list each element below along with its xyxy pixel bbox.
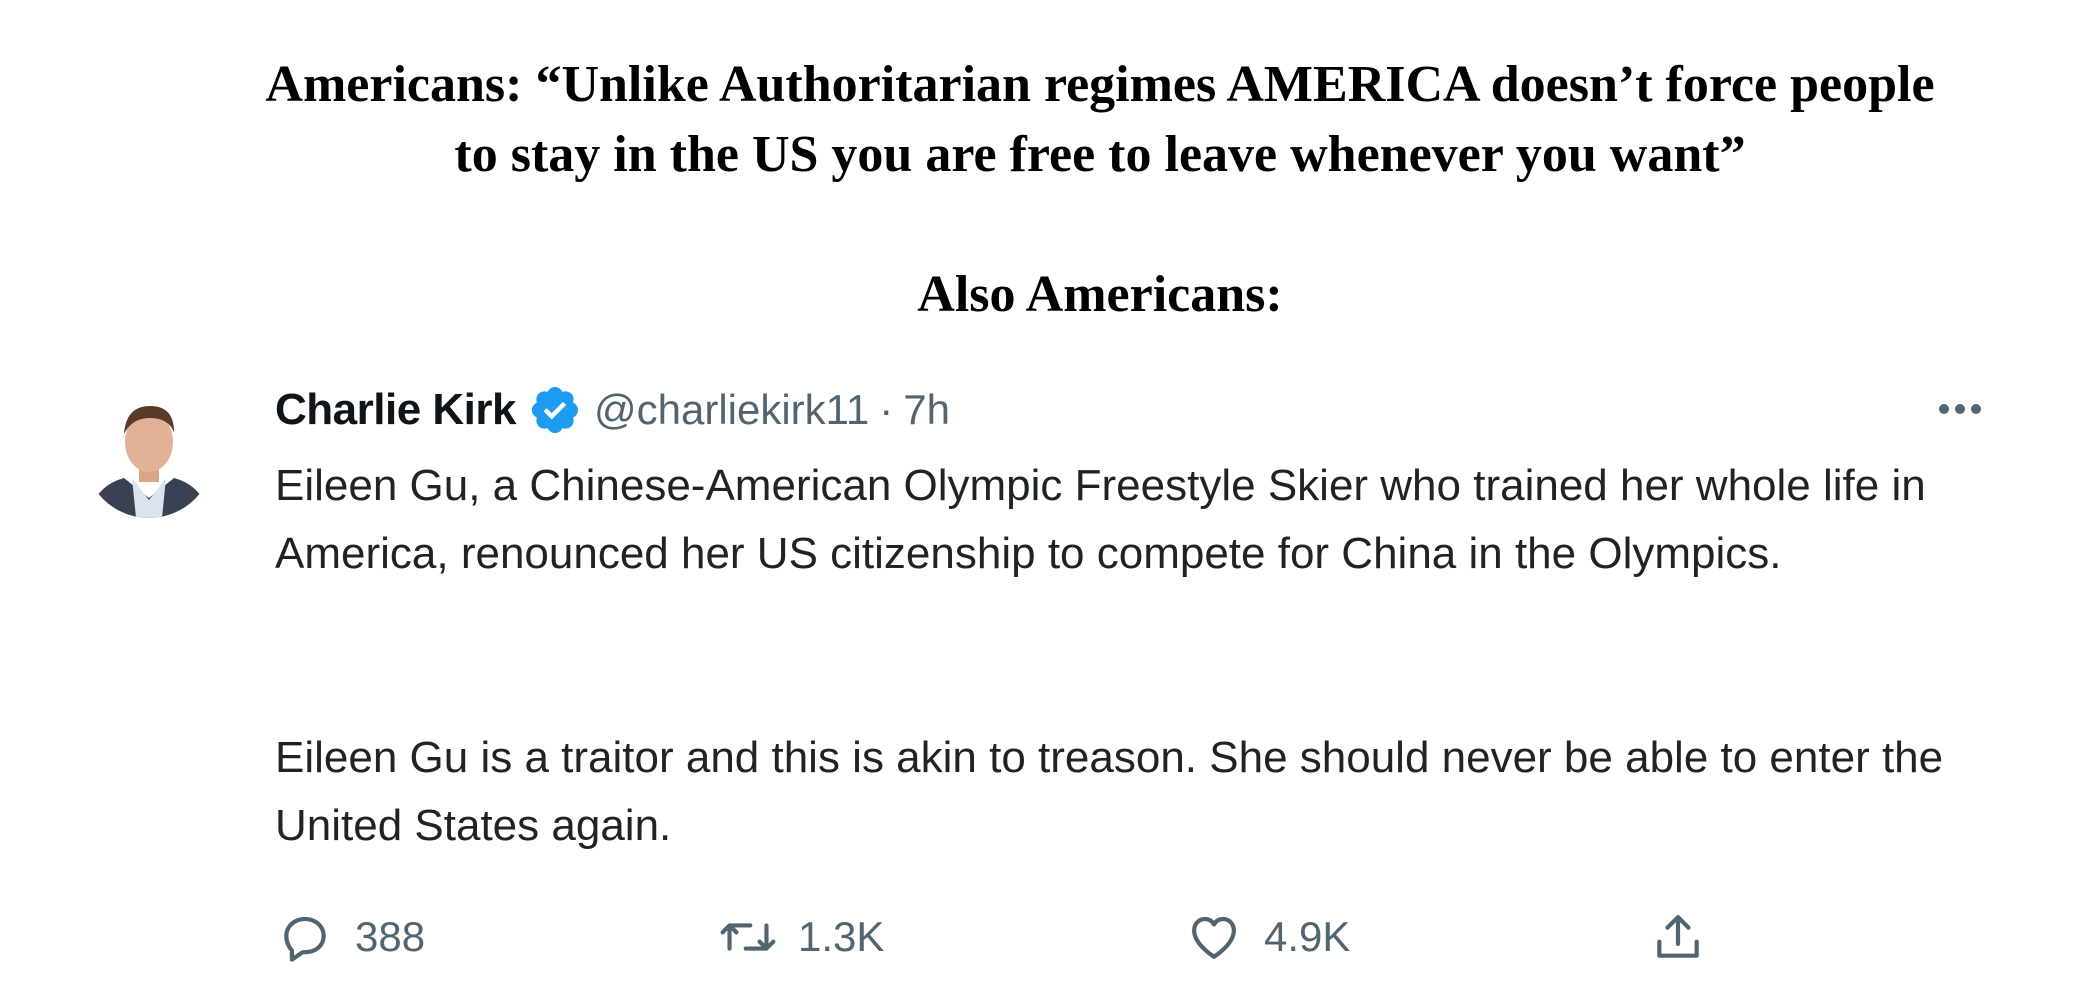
share-icon [1648,907,1708,967]
retweet-button[interactable]: 1.3K [718,902,884,972]
author-handle[interactable]: @charliekirk11 [594,386,869,434]
meme-caption-line-2: to stay in the US you are free to leave … [454,126,1746,183]
share-button[interactable] [1648,902,1708,972]
tweet-timestamp[interactable]: 7h [903,386,950,434]
retweet-count: 1.3K [798,913,885,960]
retweet-icon [718,907,778,967]
header-separator: · [879,386,894,433]
tweet-actions-bar: 388 1.3K 4.9K [0,902,2100,972]
meme-caption-line-1: Americans: “Unlike Authoritarian regimes… [265,56,1935,113]
heart-icon [1184,907,1244,967]
reply-count: 388 [355,913,426,960]
author-name[interactable]: Charlie Kirk [275,385,516,435]
more-options-icon[interactable] [1930,384,1990,434]
tweet-text-paragraph-1: Eileen Gu, a Chinese-American Olympic Fr… [275,461,1926,578]
reply-button[interactable]: 388 [275,902,425,972]
verified-badge-icon [528,383,582,437]
like-button[interactable]: 4.9K [1184,902,1350,972]
tweet-text-paragraph-2: Eileen Gu is a traitor and this is akin … [275,733,1944,850]
like-count: 4.9K [1264,913,1351,960]
avatar[interactable] [84,388,214,518]
tweet-header: Charlie Kirk @charliekirk11 · 7h [275,380,950,440]
reply-icon [275,907,335,967]
meme-caption-line-3: Also Americans: [917,266,1283,323]
